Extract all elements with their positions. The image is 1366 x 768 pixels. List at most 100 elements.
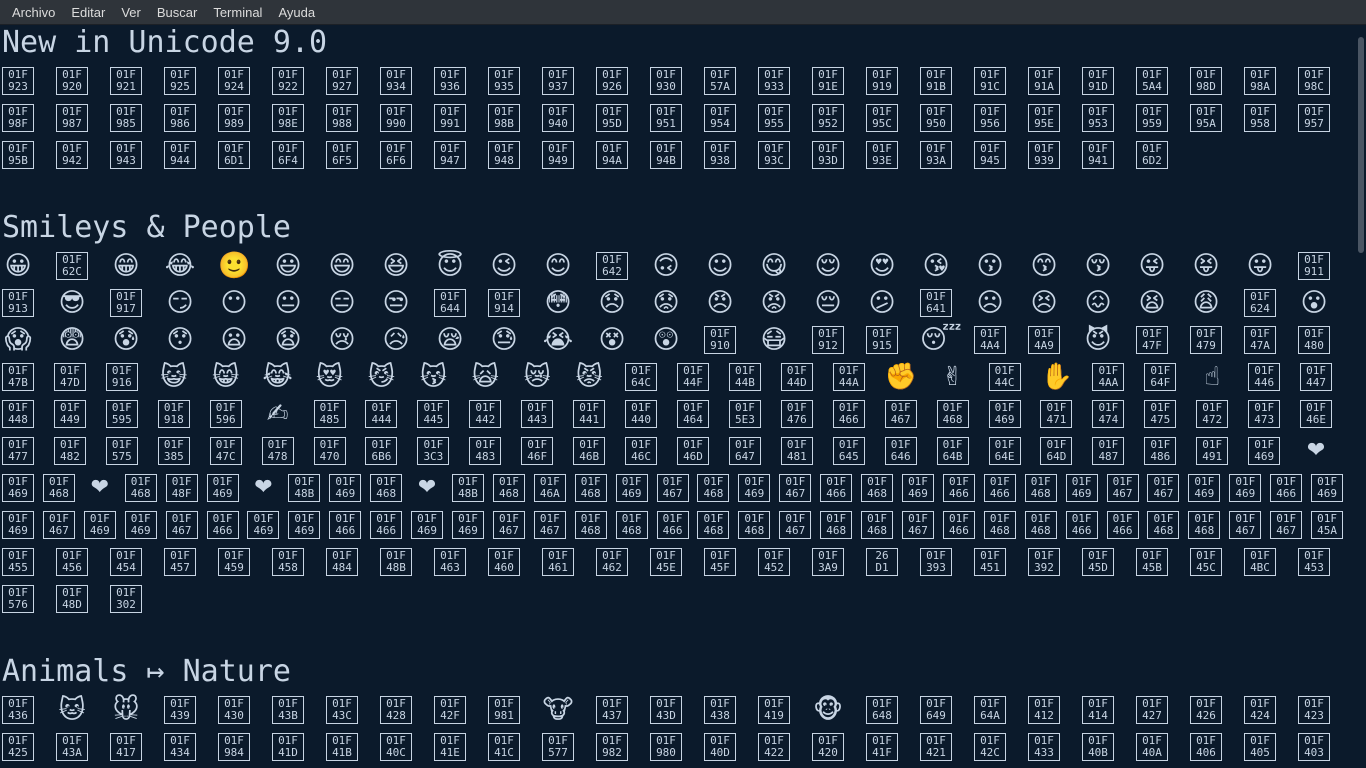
missing-glyph-box: 01F 433: [1028, 733, 1060, 761]
missing-glyph-box: 01F 479: [1190, 326, 1222, 354]
missing-glyph-box: 01F 468: [697, 474, 730, 502]
missing-glyph-box: 01F 439: [164, 696, 196, 724]
missing-glyph-box: 01F 57A: [704, 67, 736, 95]
missing-glyph-box: 01F 923: [2, 67, 34, 95]
missing-glyph-box: 01F 467: [492, 511, 525, 539]
missing-glyph-box: 01F 449: [53, 400, 86, 428]
missing-glyph-box: 01F 43A: [56, 733, 88, 761]
missing-glyph-box: 01F 921: [110, 67, 142, 95]
emoji-glyph: 😄: [328, 251, 356, 281]
emoji-glyph: 😍: [868, 251, 896, 281]
missing-glyph-box: 01F 458: [272, 548, 304, 576]
scrollbar-thumb[interactable]: [1358, 37, 1364, 253]
menu-terminal[interactable]: Terminal: [205, 0, 270, 25]
missing-glyph-box: 01F 3A9: [812, 548, 844, 576]
heart-icon: ❤: [417, 475, 437, 500]
missing-glyph-box: 01F 934: [380, 67, 412, 95]
missing-glyph-box: 01F 958: [1244, 104, 1276, 132]
missing-glyph-box: 01F 468: [1024, 511, 1057, 539]
missing-glyph-box: 01F 423: [1298, 696, 1330, 724]
emoji-glyph: 😙: [1030, 251, 1058, 281]
emoji-glyph: ✌: [941, 362, 964, 392]
missing-glyph-box: 01F 468: [370, 474, 403, 502]
smileys-people-row: 01F 477 01F 482 01F 575 01F 385 01F 47C 01F 4…: [0, 433, 1356, 469]
missing-glyph-box: 01F 474: [1092, 400, 1125, 428]
missing-glyph-box: 01F 466: [1106, 511, 1139, 539]
missing-glyph-box: 01F 424: [1244, 696, 1276, 724]
emoji-glyph: 😗: [976, 251, 1004, 281]
missing-glyph-box: 01F 48B: [452, 474, 484, 502]
missing-glyph-box: 01F 94A: [596, 141, 628, 169]
emoji-glyph: 😓: [490, 325, 518, 355]
smileys-people-row: 01F 469 01F 468 ❤ 01F 468 01F 48F 01F 469 ❤ 01F…: [0, 470, 1356, 506]
missing-glyph-box: 01F 945: [974, 141, 1006, 169]
missing-glyph-box: 01F 469: [452, 511, 484, 539]
emoji-glyph: 😑: [328, 288, 356, 318]
missing-glyph-box: 01F 6F6: [380, 141, 412, 169]
missing-glyph-box: 01F 45A: [1311, 511, 1344, 539]
missing-glyph-box: 01F 469: [902, 474, 934, 502]
missing-glyph-box: 01F 938: [704, 141, 736, 169]
missing-glyph-box: 01F 943: [110, 141, 142, 169]
missing-glyph-box: 01F 912: [812, 326, 844, 354]
missing-glyph-box: 01F 93C: [758, 141, 790, 169]
emoji-glyph: 😀: [4, 251, 32, 281]
missing-glyph-box: 01F 466: [942, 511, 975, 539]
missing-glyph-box: 01F 442: [469, 400, 502, 428]
missing-glyph-box: 01F 595: [105, 400, 138, 428]
missing-glyph-box: 01F 403: [1298, 733, 1330, 761]
emoji-glyph: 😽: [419, 362, 447, 392]
missing-glyph-box: 01F 40A: [1136, 733, 1168, 761]
menu-buscar[interactable]: Buscar: [149, 0, 205, 25]
missing-glyph-box: 01F 94B: [650, 141, 682, 169]
menu-editar[interactable]: Editar: [63, 0, 113, 25]
missing-glyph-box: 01F 468: [1024, 474, 1057, 502]
missing-glyph-box: 01F 468: [983, 511, 1016, 539]
emoji-glyph: ☝: [1204, 362, 1221, 392]
emoji-glyph: 😷: [760, 325, 788, 355]
missing-glyph-box: 01F 44B: [728, 363, 761, 391]
missing-glyph-box: 01F 393: [920, 548, 952, 576]
missing-glyph-box: 01F 910: [704, 326, 736, 354]
missing-glyph-box: 01F 6B6: [365, 437, 398, 465]
missing-glyph-box: 01F 47B: [2, 363, 34, 391]
missing-glyph-box: 01F 468: [861, 474, 894, 502]
scrollbar[interactable]: [1356, 25, 1366, 768]
emoji-glyph: 😥: [382, 325, 410, 355]
emoji-glyph: 😦: [220, 325, 248, 355]
missing-glyph-box: 01F 95B: [2, 141, 34, 169]
missing-glyph-box: 01F 414: [1082, 696, 1114, 724]
missing-glyph-box: 01F 444: [365, 400, 398, 428]
missing-glyph-box: 01F 45F: [704, 548, 736, 576]
missing-glyph-box: 01F 41B: [326, 733, 358, 761]
menubar: Archivo Editar Ver Buscar Terminal Ayuda: [0, 0, 1366, 25]
missing-glyph-box: 01F 48F: [165, 474, 198, 502]
terminal-output[interactable]: New in Unicode 9.0 Smileys & People Anim…: [0, 25, 1356, 768]
emoji-glyph: 😯: [166, 325, 194, 355]
missing-glyph-box: 01F 469: [1188, 474, 1221, 502]
missing-glyph-box: 01F 466: [832, 400, 865, 428]
emoji-glyph: 🙀: [471, 362, 499, 392]
missing-glyph-box: 01F 624: [1244, 289, 1276, 317]
emoji-glyph: 😃: [274, 251, 302, 281]
emoji-glyph: 😫: [1138, 288, 1166, 318]
missing-glyph-box: 01F 457: [164, 548, 196, 576]
missing-glyph-box: 01F 644: [434, 289, 466, 317]
emoji-glyph: 😌: [814, 251, 842, 281]
emoji-glyph: 😞: [598, 288, 626, 318]
menu-ayuda[interactable]: Ayuda: [270, 0, 323, 25]
emoji-glyph: 😢: [328, 325, 356, 355]
menu-ver[interactable]: Ver: [113, 0, 149, 25]
smileys-people-row: 01F 455 01F 456 01F 454 01F 457 01F 459 01F 4…: [0, 544, 1356, 580]
emoji-glyph: 😭: [542, 325, 574, 355]
missing-glyph-box: 26 D1: [866, 548, 898, 576]
missing-glyph-box: 01F 45E: [650, 548, 682, 576]
missing-glyph-box: 01F 469: [2, 511, 34, 539]
missing-glyph-box: 01F 44F: [677, 363, 709, 391]
menu-archivo[interactable]: Archivo: [4, 0, 63, 25]
missing-glyph-box: 01F 467: [533, 511, 566, 539]
missing-glyph-box: 01F 468: [124, 474, 157, 502]
missing-glyph-box: 01F 477: [2, 437, 34, 465]
missing-glyph-box: 01F 64F: [1144, 363, 1177, 391]
missing-glyph-box: 01F 916: [105, 363, 138, 391]
